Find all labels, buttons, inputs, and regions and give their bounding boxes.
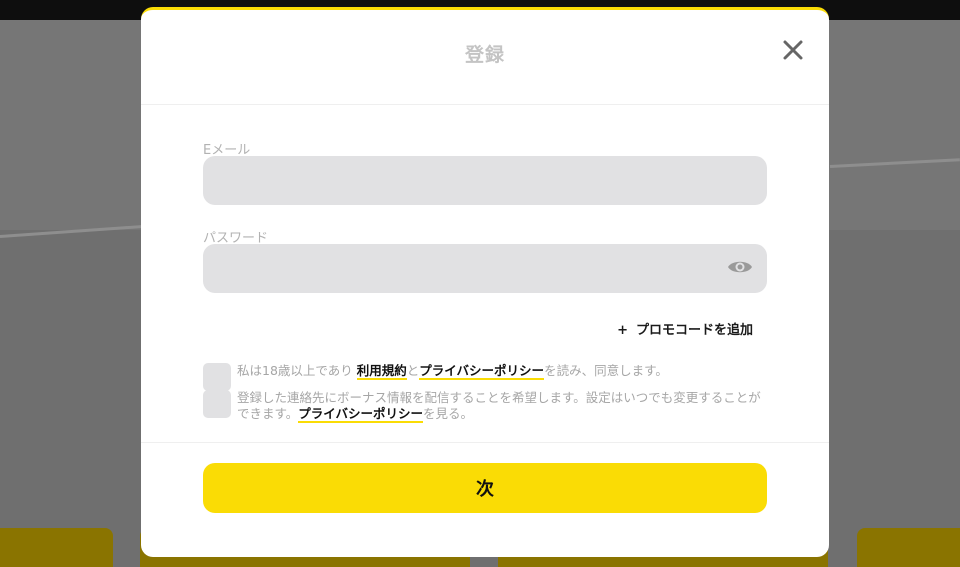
consent-text-part: を見る。 (423, 406, 474, 421)
marketing-consent-text: 登録した連絡先にボーナス情報を配信することを希望します。設定はいつでも変更するこ… (237, 390, 767, 423)
age-consent-checkbox[interactable] (203, 363, 231, 391)
background-card (0, 528, 113, 567)
plus-icon: + (617, 323, 628, 338)
terms-link[interactable]: 利用規約 (356, 363, 407, 380)
modal-title: 登録 (464, 44, 505, 66)
promo-label: プロモコードを追加 (635, 323, 753, 338)
privacy-policy-link-2[interactable]: プライバシーポリシー (298, 406, 424, 423)
add-promo-code-link[interactable]: + プロモコードを追加 (617, 319, 753, 338)
consent-text-part: と (406, 363, 420, 378)
email-field[interactable] (203, 156, 767, 205)
password-field[interactable] (203, 244, 767, 293)
privacy-policy-link[interactable]: プライバシーポリシー (419, 363, 545, 380)
next-button[interactable]: 次 (203, 463, 767, 513)
close-button[interactable] (781, 38, 805, 62)
modal-header: 登録 (141, 10, 829, 105)
consent-text-part: を読み、同意します。 (544, 363, 668, 378)
close-icon (783, 40, 803, 60)
marketing-consent-checkbox[interactable] (203, 390, 231, 418)
age-consent-text: 私は18歳以上であり 利用規約とプライバシーポリシーを読み、同意します。 (237, 363, 767, 380)
background-card (857, 528, 960, 567)
show-password-toggle[interactable] (727, 258, 753, 276)
consent-text-part: 私は18歳以上であり (237, 363, 357, 378)
footer-divider (141, 442, 829, 443)
eye-icon (728, 261, 752, 273)
registration-modal: 登録 Eメール パスワード + プロモコードを追加 私は18歳以上であり 利用規約… (141, 7, 829, 557)
